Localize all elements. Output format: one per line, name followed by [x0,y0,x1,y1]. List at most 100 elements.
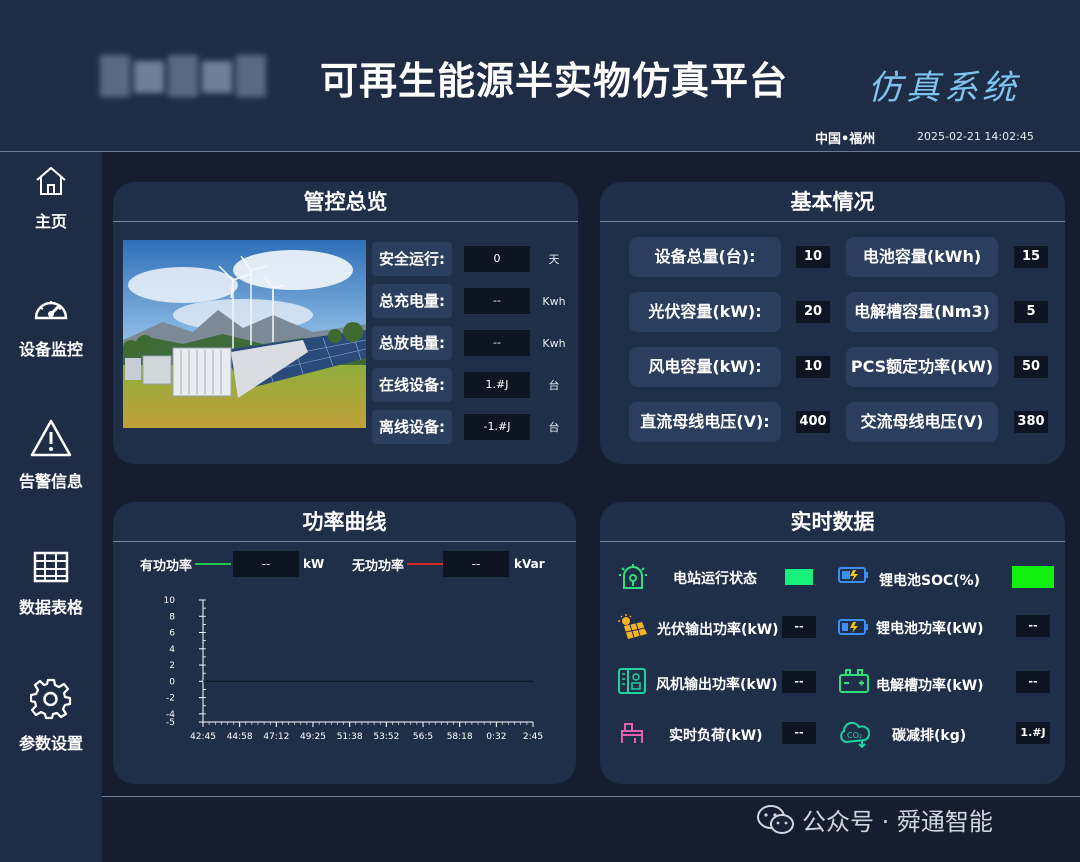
sidebar-item-label: 设备监控 [18,340,83,359]
watermark-text: 公众号 · 舜通智能 [802,808,993,836]
realtime-label: 锂电池SOC(%) [879,573,981,589]
basic-label: PCS额定功率(kW) [846,347,998,387]
overview-label: 离线设备: [372,410,452,444]
reactive-power-label: 无功功率 [352,559,405,574]
active-power-value: -- [233,551,299,577]
overview-label: 总充电量: [372,284,452,318]
load-icon [621,723,643,743]
co2-icon: CO₂ [840,721,870,748]
overview-row: 离线设备: -1.#J 台 [372,410,578,444]
x-tick-label: 47:12 [263,732,289,742]
basic-label: 电池容量(kWh) [846,237,998,277]
sidebar: 主页 设备监控 告警信息 数据表格 参数设置 [0,152,102,862]
basic-value: 20 [796,301,830,323]
location-label: 中国•福州 [815,132,876,147]
overview-row: 安全运行: 0 天 [372,242,578,276]
overview-value: 0 [464,246,530,272]
overview-value: -1.#J [464,414,530,440]
gear-icon [30,678,72,720]
basic-value: 10 [796,356,830,378]
basic-value: 400 [796,411,830,433]
electrolyzer-icon [839,669,869,693]
y-tick-label: 4 [169,645,175,655]
power-curve-panel: 功率曲线 有功功率 -- kW 无功功率 -- kVar 10 8 6 4 2 0 -2 -4… [113,502,576,784]
basic-label: 光伏容量(kW): [629,292,781,332]
y-tick-label: 6 [169,629,175,639]
x-tick-label: 2:45 [523,732,543,742]
svg-text:CO₂: CO₂ [847,731,862,740]
sidebar-item-device-monitor[interactable]: 设备监控 [0,292,102,360]
x-tick-label: 58:18 [447,732,473,742]
x-tick-label: 56:5 [413,732,433,742]
active-power-unit: kW [303,557,325,571]
reactive-power-unit: kVar [514,557,545,571]
overview-row: 总放电量: -- Kwh [372,326,578,360]
overview-label: 在线设备: [372,368,452,402]
overview-row: 在线设备: 1.#J 台 [372,368,578,402]
home-icon [36,166,66,195]
x-tick-label: 49:25 [300,732,326,742]
header: 可再生能源半实物仿真平台 仿真系统 中国•福州 2025-02-21 14:02… [0,0,1080,152]
realtime-label: 锂电池功率(kW) [876,621,984,637]
station-status-indicator [785,569,813,585]
battery-charging-icon [838,619,868,635]
y-tick-label: 8 [169,612,175,622]
realtime-value: -- [782,722,816,744]
x-tick-label: 44:58 [227,732,253,742]
overview-unit: 天 [548,253,560,266]
basic-label: 直流母线电压(V): [629,402,781,442]
overview-unit: 台 [548,379,560,392]
realtime-label: 光伏输出功率(kW) [657,622,779,638]
y-tick-label: 0 [169,677,175,687]
panel-title: 基本情况 [600,182,1065,222]
realtime-value: -- [782,671,816,693]
realtime-label: 电解槽功率(kW) [876,678,984,694]
system-subtitle: 仿真系统 [868,68,1020,108]
overview-label: 安全运行: [372,242,452,276]
realtime-data-panel: 实时数据 电站运行状态 锂电池SOC(%) 光伏输出功率(kW) -- 锂电池功… [600,502,1065,784]
basic-value: 50 [1014,356,1048,378]
divider [102,796,1080,797]
y-tick-label: 10 [164,596,176,606]
basic-label: 电解槽容量(Nm3) [846,292,998,332]
y-tick-label: -2 [166,694,175,704]
overview-unit: 台 [548,421,560,434]
overview-label: 总放电量: [372,326,452,360]
sidebar-item-label: 数据表格 [18,598,83,617]
x-tick-label: 51:38 [337,732,363,742]
wind-turbine-icon [618,668,646,694]
datetime-label: 2025-02-21 14:02:45 [917,130,1034,143]
x-tick-label: 0:32 [486,732,506,742]
sidebar-item-label: 参数设置 [18,734,83,753]
sidebar-item-label: 主页 [34,212,67,231]
reactive-power-value: -- [443,551,509,577]
y-tick-label: 2 [169,661,175,671]
overview-row: 总充电量: -- Kwh [372,284,578,318]
realtime-label: 实时负荷(kW) [669,728,763,744]
table-icon [33,551,69,583]
sidebar-item-home[interactable]: 主页 [0,164,102,232]
realtime-label: 风机输出功率(kW) [656,677,778,693]
overview-value: 1.#J [464,372,530,398]
overview-panel: 管控总览 安全运行: 0 天 总充电量: -- Kwh 总放电量: -- Kwh… [113,182,578,464]
sidebar-item-alarm[interactable]: 告警信息 [0,418,102,492]
wechat-icon [757,804,794,834]
y-tick-label: -5 [166,718,175,728]
warning-icon [30,419,72,457]
active-power-legend-line [195,563,231,565]
realtime-label: 电站运行状态 [673,571,757,587]
blurred-logo [100,55,270,100]
active-power-label: 有功功率 [140,559,193,574]
basic-info-panel: 基本情况 设备总量(台): 10 电池容量(kWh) 15 光伏容量(kW): … [600,182,1065,464]
sidebar-item-settings[interactable]: 参数设置 [0,678,102,754]
panel-title: 实时数据 [600,502,1065,542]
overview-unit: Kwh [542,336,566,350]
sidebar-item-data-table[interactable]: 数据表格 [0,550,102,618]
realtime-label: 碳减排(kg) [892,728,967,744]
basic-label: 设备总量(台): [629,237,781,277]
x-tick-label: 42:45 [190,732,216,742]
panel-title: 功率曲线 [113,502,576,542]
realtime-value: -- [1016,615,1050,637]
panel-title: 管控总览 [113,182,578,222]
overview-unit: Kwh [542,294,566,308]
